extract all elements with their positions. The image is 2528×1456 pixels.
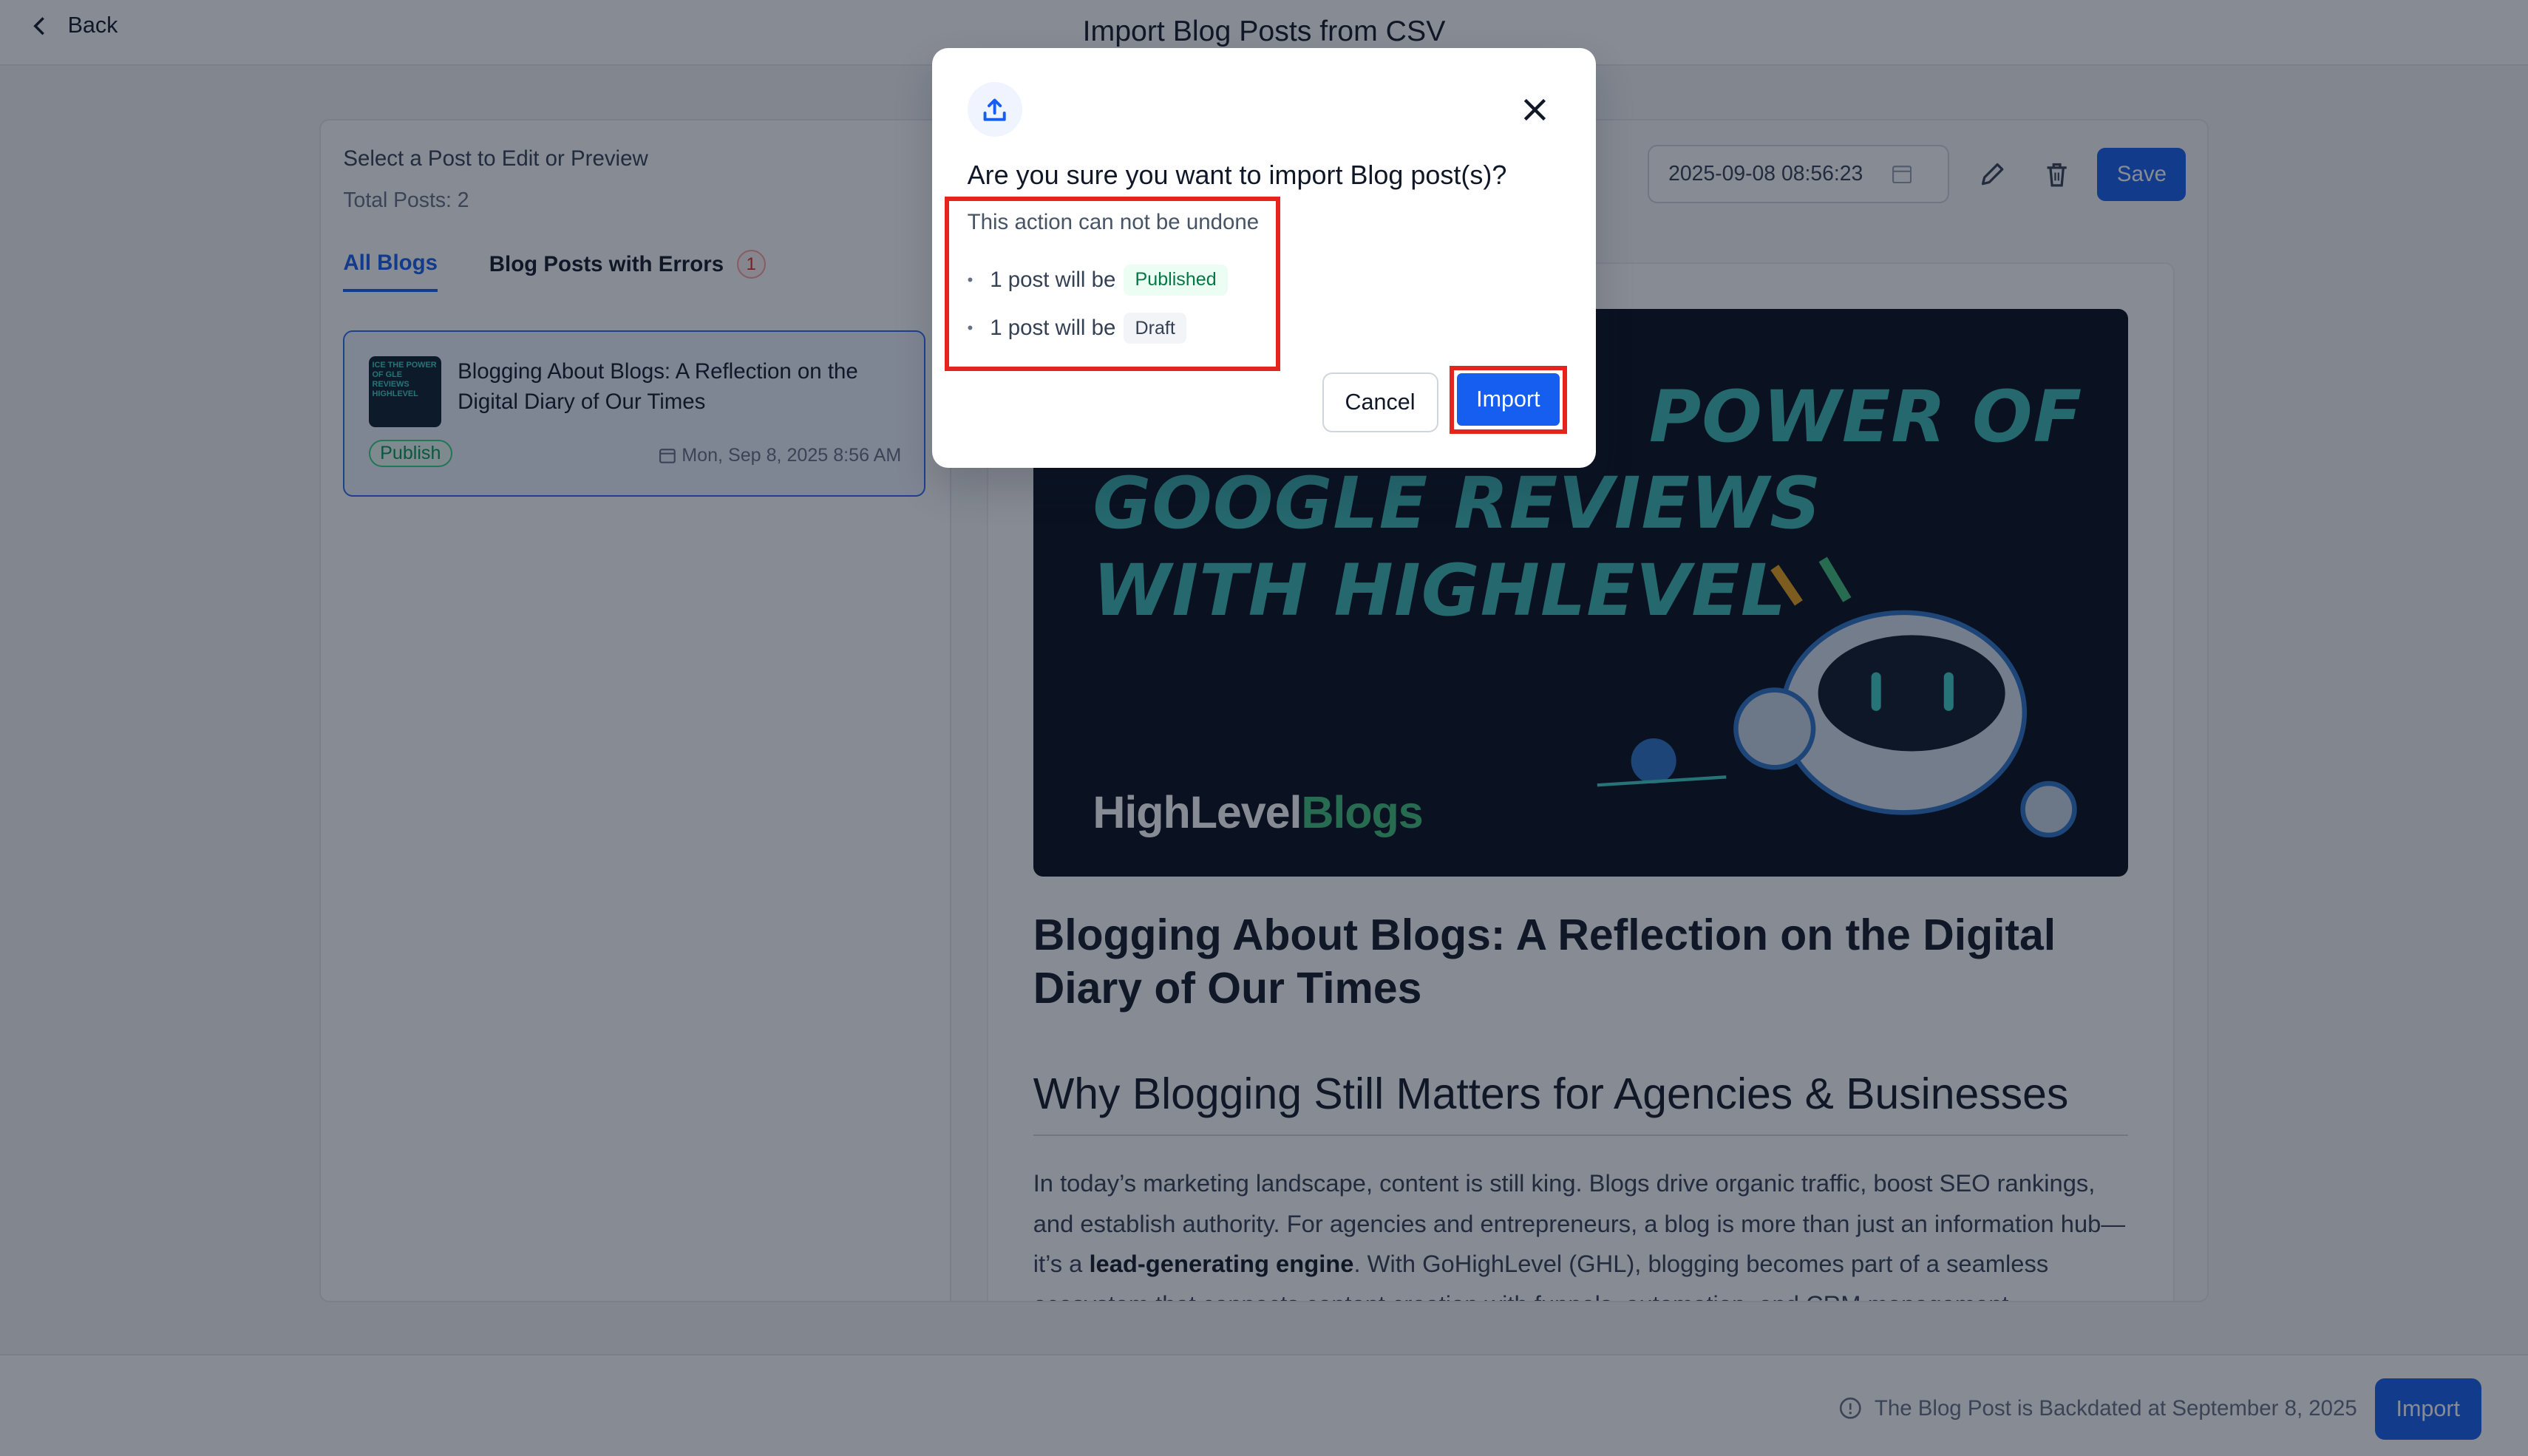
app-stage: Back Import Blog Posts from CSV Select a…	[0, 0, 2528, 1456]
import-confirm-dialog: Are you sure you want to import Blog pos…	[931, 48, 1597, 468]
import-button-highlight: Import	[1449, 366, 1568, 434]
dialog-title: Are you sure you want to import Blog pos…	[967, 159, 1507, 190]
summary-item-draft: • 1 post will be Draft	[967, 313, 1187, 344]
confirm-import-button[interactable]: Import	[1457, 373, 1560, 426]
upload-icon-wrap	[967, 82, 1022, 137]
bullet: •	[967, 319, 974, 338]
published-badge: Published	[1124, 264, 1228, 296]
close-icon[interactable]	[1522, 97, 1548, 123]
summary-text: 1 post will be	[990, 267, 1116, 292]
cancel-button[interactable]: Cancel	[1322, 372, 1438, 432]
summary-item-published: • 1 post will be Published	[967, 264, 1228, 296]
draft-badge: Draft	[1124, 313, 1187, 344]
summary-text: 1 post will be	[990, 316, 1116, 341]
dialog-warning: This action can not be undone	[967, 209, 1260, 234]
upload-icon	[983, 98, 1006, 121]
bullet: •	[967, 270, 974, 289]
